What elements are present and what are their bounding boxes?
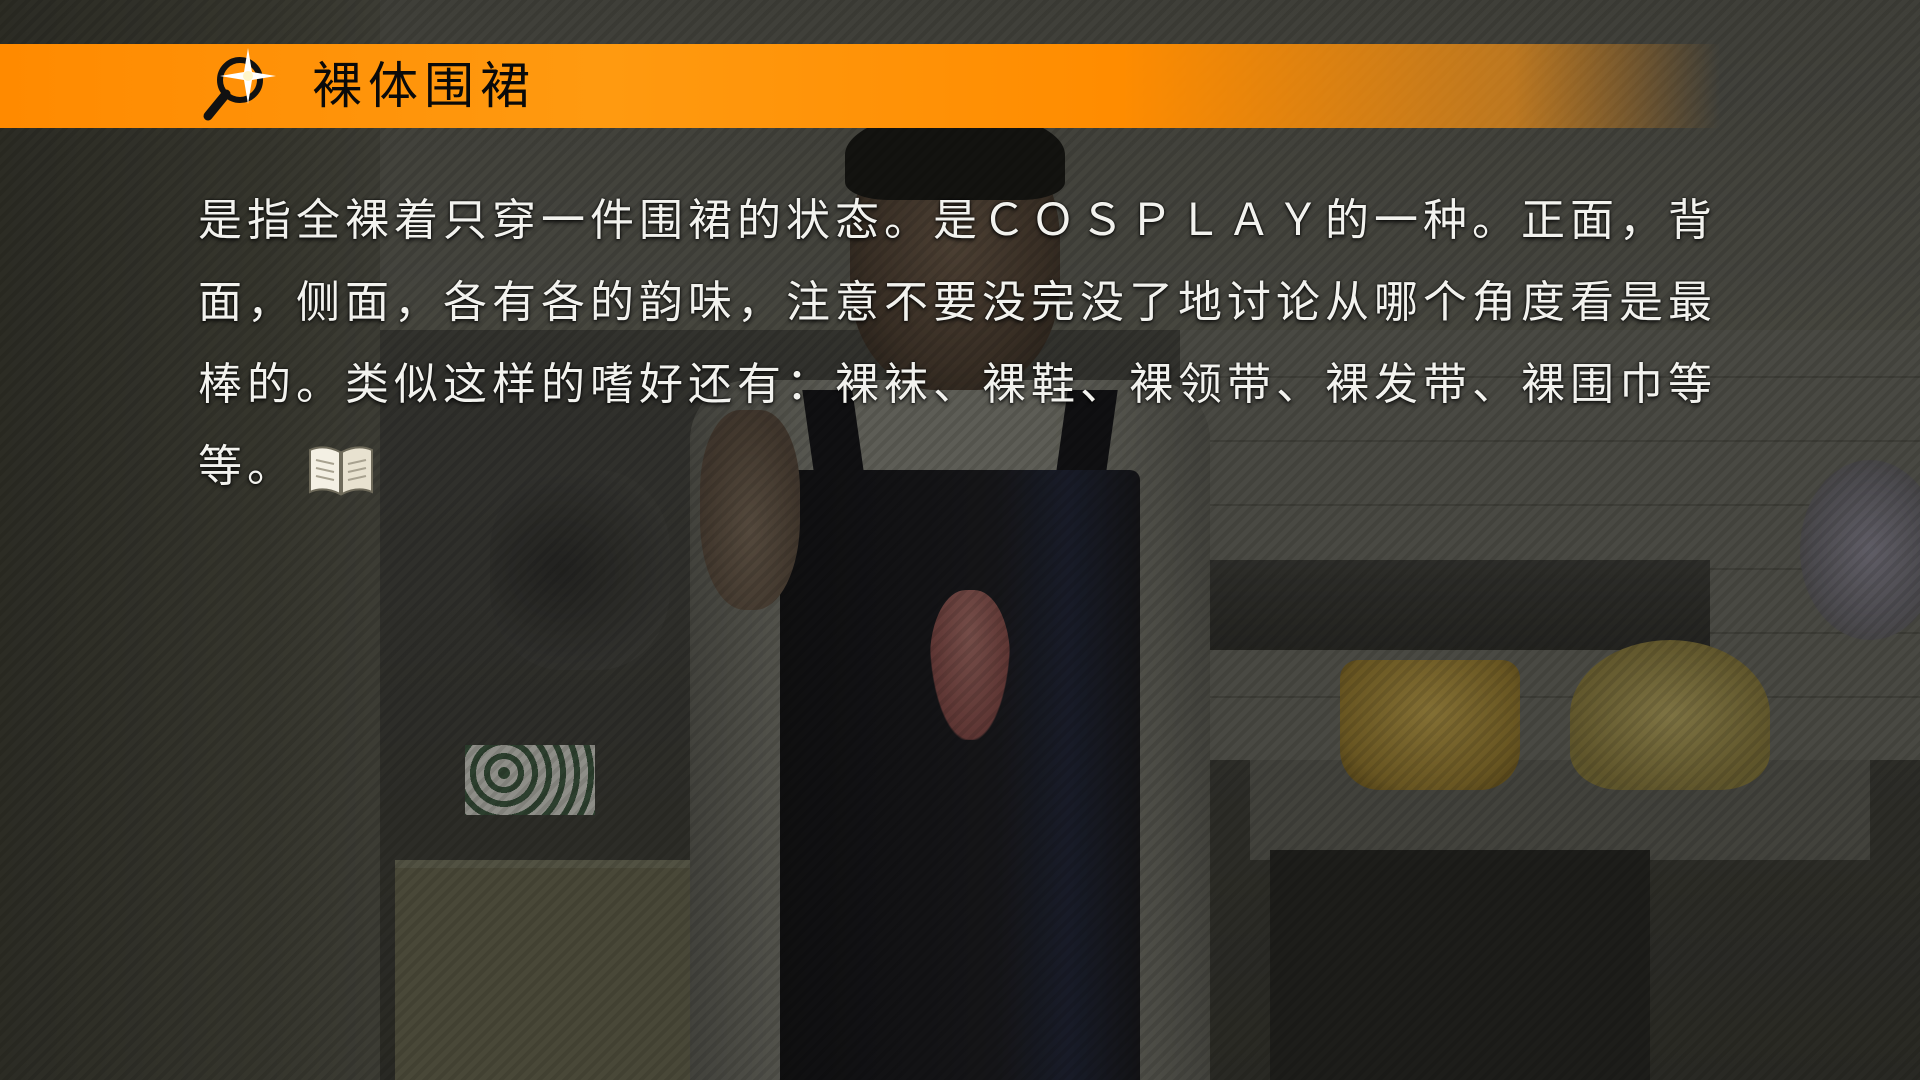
entry-description-block: 是指全裸着只穿一件围裙的状态。是ＣＯＳＰＬＡＹ的一种。正面，背面，侧面，各有各的…	[198, 180, 1758, 508]
magnifier-sparkle-icon	[200, 44, 280, 126]
dim-stripe-overlay	[0, 0, 1920, 1080]
entry-title: 裸体围裙	[312, 57, 536, 115]
entry-description: 是指全裸着只穿一件围裙的状态。是ＣＯＳＰＬＡＹ的一种。正面，背面，侧面，各有各的…	[198, 195, 1717, 492]
open-book-icon[interactable]	[306, 440, 376, 498]
